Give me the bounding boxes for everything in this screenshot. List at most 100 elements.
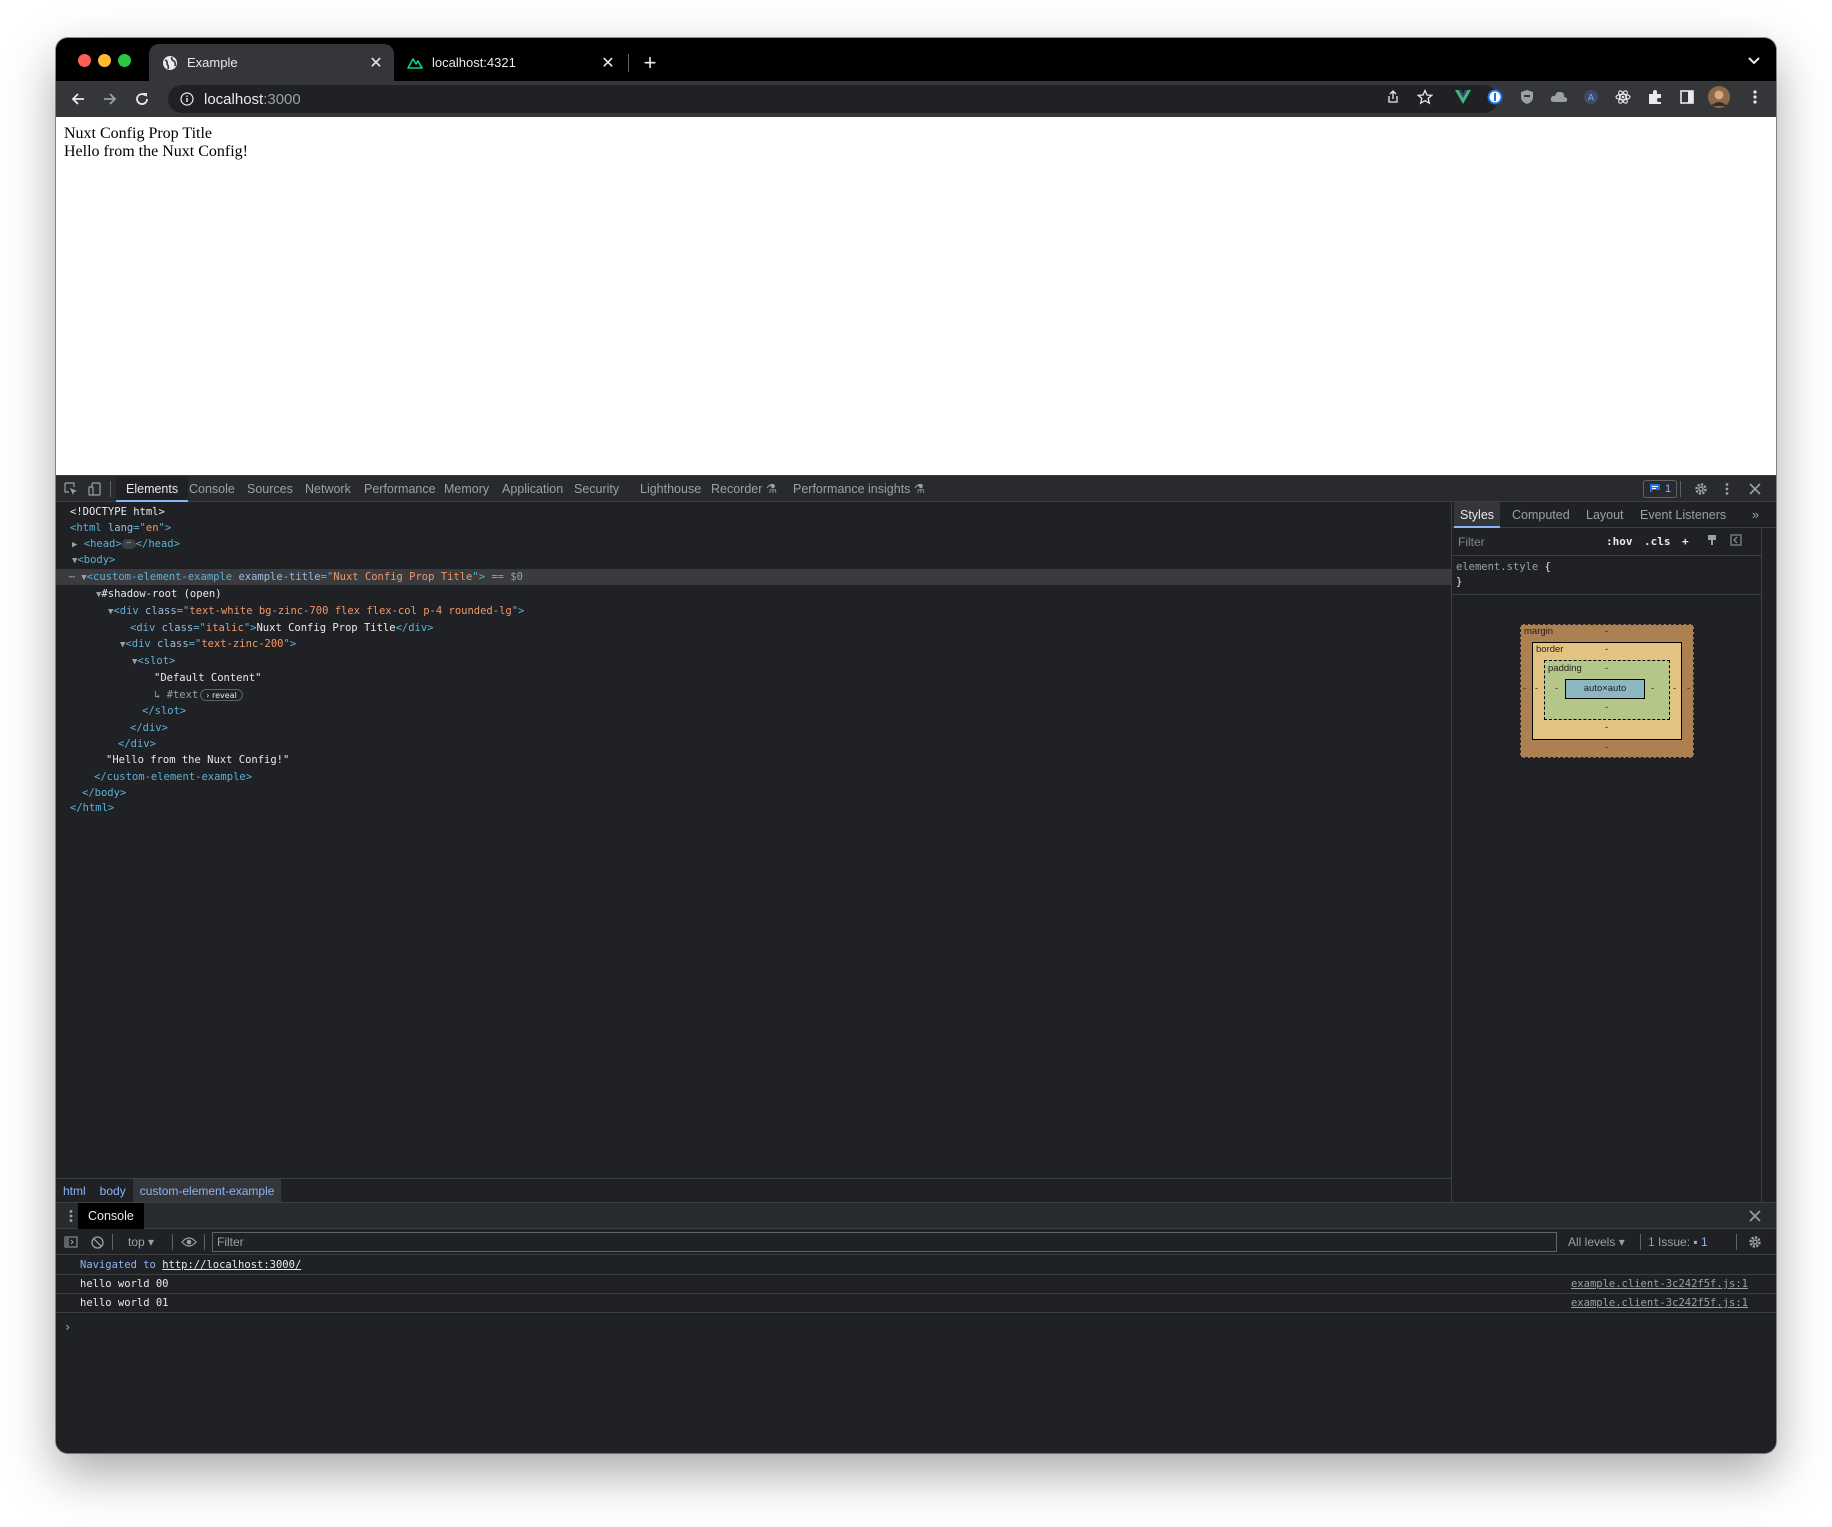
console-issues-button[interactable]: 1 Issue: ▪ 1 bbox=[1648, 1229, 1708, 1255]
dom-node-body[interactable]: ▼<body> bbox=[72, 552, 115, 568]
share-icon[interactable] bbox=[1383, 87, 1403, 107]
inspect-element-icon[interactable] bbox=[62, 480, 80, 498]
box-model-content[interactable]: auto×auto bbox=[1565, 679, 1645, 699]
add-rule-icon[interactable]: + bbox=[1682, 534, 1689, 550]
side-panel-icon[interactable] bbox=[1678, 88, 1696, 106]
devtools-tab-sources[interactable]: Sources bbox=[237, 476, 303, 502]
class-toggle[interactable]: .cls bbox=[1644, 534, 1671, 550]
react-icon[interactable] bbox=[1614, 88, 1632, 106]
devtools-tab-security[interactable]: Security bbox=[564, 476, 629, 502]
drawer-tab-console[interactable]: Console bbox=[78, 1203, 144, 1229]
tab-computed[interactable]: Computed bbox=[1506, 502, 1576, 528]
source-link[interactable]: example.client-3c242f5f.js:1 bbox=[1571, 1294, 1748, 1313]
reveal-button[interactable]: › reveal bbox=[200, 689, 243, 701]
device-toolbar-icon[interactable] bbox=[86, 480, 104, 498]
navigated-url-link[interactable]: http://localhost:3000/ bbox=[162, 1259, 301, 1271]
more-tabs-chevron-icon[interactable]: » bbox=[1746, 502, 1765, 528]
dom-node-slot-close[interactable]: </slot> bbox=[142, 703, 186, 719]
dom-node-div-text-zinc[interactable]: ▼<div class="text-zinc-200"> bbox=[120, 636, 296, 652]
dom-node-div-italic[interactable]: <div class="italic">Nuxt Config Prop Tit… bbox=[130, 620, 434, 636]
dom-node-doctype[interactable]: <!DOCTYPE html> bbox=[70, 504, 165, 520]
dom-node-div-close[interactable]: </div> bbox=[130, 720, 168, 736]
devtools-tab-performance[interactable]: Performance bbox=[354, 476, 446, 502]
avatar[interactable] bbox=[1708, 86, 1730, 108]
tab-layout[interactable]: Layout bbox=[1580, 502, 1630, 528]
styles-filter-input[interactable] bbox=[1454, 532, 1598, 552]
new-tab-button[interactable]: + bbox=[638, 50, 662, 75]
reload-icon[interactable] bbox=[130, 87, 154, 111]
element-style-rule[interactable]: element.style { } bbox=[1456, 560, 1551, 590]
bookmark-star-icon[interactable] bbox=[1415, 87, 1435, 107]
sidebar-toggle-icon[interactable] bbox=[1730, 534, 1742, 550]
dom-node-body-close[interactable]: </body> bbox=[82, 785, 126, 801]
dom-node-shadow-root[interactable]: ▼#shadow-root (open) bbox=[96, 586, 222, 602]
devtools-tab-console[interactable]: Console bbox=[179, 476, 245, 502]
browser-tab-localhost-4321[interactable]: localhost:4321 ✕ bbox=[394, 44, 626, 81]
tab-styles[interactable]: Styles bbox=[1454, 502, 1501, 528]
clear-console-icon[interactable] bbox=[88, 1233, 106, 1251]
devtools-tab-elements[interactable]: Elements bbox=[116, 476, 189, 502]
expand-arrow-icon[interactable]: ▶ bbox=[72, 540, 77, 550]
forward-arrow-icon[interactable] bbox=[98, 87, 122, 111]
tab-event-listeners[interactable]: Event Listeners bbox=[1634, 502, 1732, 528]
styles-scrollbar[interactable] bbox=[1761, 528, 1776, 1202]
back-arrow-icon[interactable] bbox=[66, 87, 90, 111]
dom-node-slot[interactable]: ▼<slot> bbox=[132, 653, 175, 669]
eye-icon[interactable] bbox=[180, 1233, 198, 1251]
breadcrumb: html body custom-element-example bbox=[56, 1178, 1451, 1203]
hover-state-toggle[interactable]: :hov bbox=[1606, 534, 1633, 550]
log-levels-dropdown[interactable]: All levels ▾ bbox=[1568, 1229, 1625, 1255]
dom-node-default-content[interactable]: "Default Content" bbox=[154, 670, 261, 686]
dom-node-head[interactable]: ▶ <head> ⋯ </head> bbox=[72, 536, 180, 552]
dom-node-text-assigned[interactable]: ↳ #text › reveal bbox=[154, 687, 243, 703]
breadcrumb-body[interactable]: body bbox=[93, 1179, 133, 1203]
devtools-tab-performance-insights[interactable]: Performance insights ⚗ bbox=[783, 476, 935, 502]
kebab-menu-icon[interactable] bbox=[1746, 88, 1764, 106]
ellipsis-icon[interactable]: ⋯ bbox=[121, 539, 136, 549]
address-bar[interactable]: localhost:3000 bbox=[168, 85, 1498, 113]
paint-brush-icon[interactable] bbox=[1706, 534, 1718, 550]
console-filter-input[interactable] bbox=[212, 1232, 1557, 1252]
close-icon[interactable] bbox=[1746, 480, 1764, 498]
devtools-tab-application[interactable]: Application bbox=[492, 476, 573, 502]
kebab-menu-icon[interactable] bbox=[1718, 480, 1736, 498]
context-selector[interactable]: top ▾ bbox=[128, 1229, 154, 1255]
close-icon[interactable]: ✕ bbox=[598, 53, 618, 73]
cloud-icon[interactable] bbox=[1550, 88, 1568, 106]
browser-tab-example[interactable]: Example ✕ bbox=[149, 44, 394, 81]
gear-icon[interactable] bbox=[1746, 1233, 1764, 1251]
password-manager-icon[interactable] bbox=[1486, 88, 1504, 106]
vue-devtools-icon[interactable] bbox=[1454, 88, 1472, 106]
message-icon: ▪ bbox=[1693, 1235, 1698, 1249]
dom-node-custom-element-close[interactable]: </custom-element-example> bbox=[94, 769, 252, 785]
source-link[interactable]: example.client-3c242f5f.js:1 bbox=[1571, 1275, 1748, 1294]
breadcrumb-html[interactable]: html bbox=[56, 1179, 93, 1203]
close-window-button[interactable] bbox=[78, 54, 91, 67]
close-icon[interactable] bbox=[1746, 1207, 1764, 1225]
devtools-tab-memory[interactable]: Memory bbox=[434, 476, 499, 502]
dom-node-hello-text[interactable]: "Hello from the Nuxt Config!" bbox=[106, 752, 289, 768]
info-icon[interactable] bbox=[180, 92, 194, 106]
gear-icon[interactable] bbox=[1692, 480, 1710, 498]
dom-node-html[interactable]: <html lang="en"> bbox=[70, 520, 171, 536]
minimize-window-button[interactable] bbox=[98, 54, 111, 67]
dom-node-div-close[interactable]: </div> bbox=[118, 736, 156, 752]
dom-node-div-container[interactable]: ▼<div class="text-white bg-zinc-700 flex… bbox=[108, 603, 524, 619]
dom-node-html-close[interactable]: </html> bbox=[70, 800, 114, 816]
console-prompt[interactable]: › bbox=[64, 1320, 71, 1334]
breadcrumb-custom-element-example[interactable]: custom-element-example bbox=[132, 1178, 282, 1203]
tab-title: Example bbox=[187, 55, 238, 70]
accessibility-icon[interactable]: A bbox=[1582, 88, 1600, 106]
console-sidebar-icon[interactable] bbox=[62, 1233, 80, 1251]
devtools-tab-lighthouse[interactable]: Lighthouse bbox=[630, 476, 711, 502]
maximize-window-button[interactable] bbox=[118, 54, 131, 67]
chevron-down-icon[interactable] bbox=[1746, 52, 1762, 68]
issues-badge[interactable]: 1 bbox=[1643, 480, 1678, 498]
devtools-tab-recorder[interactable]: Recorder ⚗ bbox=[701, 476, 787, 502]
close-icon[interactable]: ✕ bbox=[366, 53, 386, 73]
devtools-tab-network[interactable]: Network bbox=[295, 476, 361, 502]
styles-tab-bar: Styles Computed Layout Event Listeners » bbox=[1452, 502, 1776, 528]
puzzle-extensions-icon[interactable] bbox=[1646, 88, 1664, 106]
dom-node-custom-element-example[interactable]: ⋯ ▼<custom-element-example example-title… bbox=[56, 569, 1451, 585]
shield-icon[interactable] bbox=[1518, 88, 1536, 106]
